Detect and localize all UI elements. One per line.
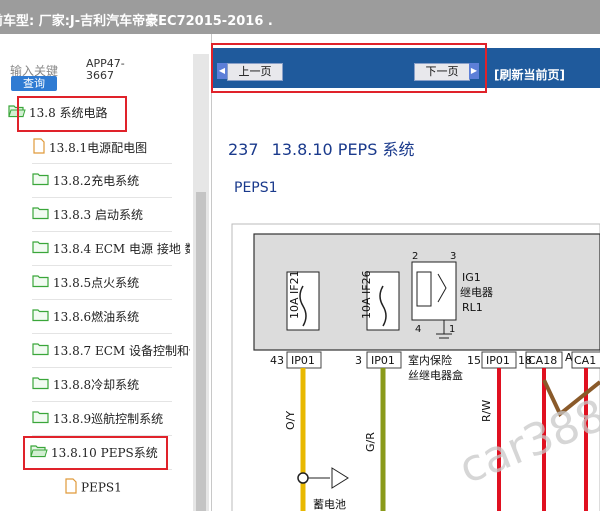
connector-ip01-c: IP01: [486, 354, 510, 367]
relay-pin-4: 4: [415, 324, 421, 335]
page-heading: 237 13.8.10 PEPS 系统: [228, 136, 414, 160]
document-icon: [32, 138, 46, 157]
tree-separator: [32, 197, 172, 198]
battery-label: 蓄电池: [313, 498, 346, 511]
query-button[interactable]: 查询: [11, 76, 57, 91]
tree-separator: [32, 367, 172, 368]
tree-item[interactable]: 13.8.5点火系统: [32, 274, 190, 306]
tree-item-label: 13.8.6燃油系统: [53, 310, 140, 324]
highlight-box-nav: [211, 43, 487, 93]
tree-item[interactable]: 13.8.6燃油系统: [32, 308, 190, 340]
tree-item[interactable]: 13.8.3 启动系统: [32, 206, 190, 238]
content-pane: ◀ 上一页 下一页 ▶ [刷新当前页] 237 13.8.10 PEPS 系统 …: [211, 34, 600, 511]
relay-code: RL1: [462, 301, 483, 314]
tree-item-label: 13.8.3 启动系统: [53, 208, 143, 222]
connector-ip01-b: IP01: [371, 354, 395, 367]
watermark-text: car388.com: [452, 349, 600, 494]
tree-item[interactable]: 13.8.8冷却系统: [32, 376, 190, 408]
page-title: 13.8.10 PEPS 系统: [271, 140, 415, 159]
connector-ip01-a: IP01: [291, 354, 315, 367]
tree-separator: [32, 265, 172, 266]
wire-gr-label: G/R: [364, 432, 377, 452]
connector-pin-3: 3: [355, 354, 362, 367]
folder-icon: [32, 410, 50, 427]
vehicle-title: 前车型: 厂家:J-吉利汽车帝豪EC72015-2016 .: [0, 14, 273, 29]
relay-type: 继电器: [460, 286, 493, 299]
highlight-box-peps: [23, 436, 168, 470]
tree-separator: [32, 299, 172, 300]
folder-icon: [32, 308, 50, 325]
connector-pin-15: 15: [467, 354, 481, 367]
search-input[interactable]: APP47-3667: [86, 58, 130, 82]
tree-separator: [32, 333, 172, 334]
title-bar: 前车型: 厂家:J-吉利汽车帝豪EC72015-2016 .: [0, 0, 600, 34]
tree-separator: [32, 163, 172, 164]
tree-item-label: 13.8.4 ECM 电源 接地 数: [53, 242, 190, 256]
tree-item[interactable]: 13.8.4 ECM 电源 接地 数: [32, 240, 190, 272]
relay-pin-2: 2: [412, 251, 418, 262]
relay-pin-1: 1: [449, 324, 455, 335]
tree-item-label: 13.8.2充电系统: [53, 174, 140, 188]
tree-item-label: 13.8.9巡航控制系统: [53, 412, 164, 426]
tree-item[interactable]: PEPS1: [64, 478, 190, 510]
tree-item[interactable]: 13.8.1电源配电图: [32, 138, 190, 170]
page-number: 237: [228, 140, 259, 159]
tree-item[interactable]: 13.8.7 ECM 设备控制和传: [32, 342, 190, 374]
folder-icon: [32, 240, 50, 257]
tree-item-label: 13.8.5点火系统: [53, 276, 140, 290]
folder-icon: [32, 172, 50, 189]
tree-separator: [32, 231, 172, 232]
refresh-page-link[interactable]: [刷新当前页]: [494, 66, 565, 83]
box-label-line1: 室内保险: [408, 353, 452, 367]
wiring-diagram: 10A IF21 10A IF26 2 3 4 1 IG1 继电器 RL1 IP…: [231, 223, 600, 511]
relay-pin-3: 3: [450, 251, 456, 262]
tree-separator: [32, 401, 172, 402]
highlight-box-section: [17, 96, 127, 132]
folder-icon: [32, 206, 50, 223]
connector-pin-18: 18: [518, 354, 532, 367]
sidebar: 输入关键 APP47-3667 查询 13.8 系统电路 13.8.1电源配电图 1…: [0, 34, 212, 511]
tree-item-label: PEPS1: [81, 480, 122, 495]
wire-oy-label: O/Y: [284, 411, 297, 430]
tree-item-label: 13.8.1电源配电图: [49, 141, 148, 155]
connector-pin-43: 43: [270, 354, 284, 367]
folder-icon: [32, 274, 50, 291]
connector-ca1: CA1: [574, 354, 596, 367]
sidebar-scroll-thumb[interactable]: [196, 192, 206, 511]
box-label-line2: 丝继电器盒: [408, 368, 463, 382]
folder-icon: [32, 376, 50, 393]
tree-item-label: 13.8.7 ECM 设备控制和传: [53, 344, 190, 358]
tree-item-label: 13.8.8冷却系统: [53, 378, 140, 392]
relay-name: IG1: [462, 271, 481, 284]
document-icon: [64, 478, 78, 497]
folder-icon: [32, 342, 50, 359]
connector-ca18: CA18: [528, 354, 557, 367]
diagram-subtitle: PEPS1: [234, 180, 278, 196]
fuse-if26-label: 10A IF26: [360, 270, 373, 319]
tree-item[interactable]: 13.8.2充电系统: [32, 172, 190, 204]
wire-rw-label: R/W: [480, 400, 493, 422]
fuse-if21-label: 10A IF21: [288, 270, 301, 319]
